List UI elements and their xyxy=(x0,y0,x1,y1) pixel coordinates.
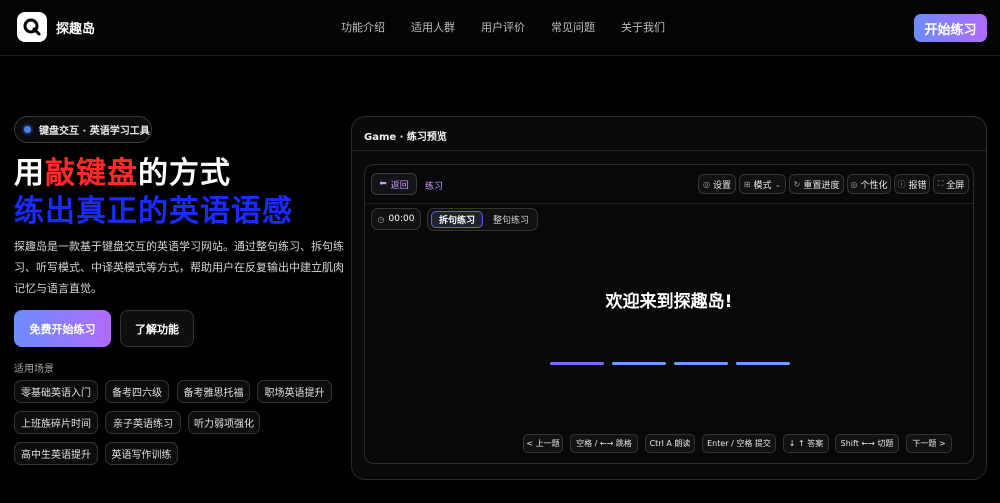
hero-badge-label: 键盘交互 · 英语学习工具 xyxy=(39,126,150,137)
start-practice-button[interactable]: 开始练习 xyxy=(914,14,987,42)
nav-item-about[interactable]: 关于我们 xyxy=(621,19,665,35)
divider xyxy=(352,150,986,151)
clock-icon: ◷ xyxy=(377,214,385,224)
divider xyxy=(365,203,973,204)
mode-dropdown[interactable]: ⊞ 模式 ⌄ xyxy=(739,174,786,194)
personalize-button[interactable]: ◎ 个性化 xyxy=(847,174,891,194)
hotkey-prev[interactable]: < 上一题 xyxy=(523,434,563,453)
practice-preview-card: Game · 练习预览 ⬅ 返回 练习 ◎ 设置 ⊞ 模式 ⌄ ↻ 重置进度 ◎ 个性化 … xyxy=(351,116,987,480)
preview-title: Game · 练习预览 xyxy=(364,132,447,143)
timer: ◷ 00:00 xyxy=(371,208,421,230)
top-navbar: 探趣岛 功能介绍 适用人群 用户评价 常见问题 关于我们 开始练习 xyxy=(0,0,1000,56)
mode-dropdown-label: 模式 xyxy=(753,180,772,191)
arrow-left-icon: ⬅ xyxy=(379,179,387,189)
grid-icon: ⊞ xyxy=(743,179,751,189)
scenario-chip[interactable]: 亲子英语练习 xyxy=(105,411,181,434)
scenario-chip[interactable]: 职场英语提升 xyxy=(257,380,332,403)
personalize-label: 个性化 xyxy=(860,180,888,191)
hero-badge: 键盘交互 · 英语学习工具 xyxy=(14,116,152,143)
scenario-chip[interactable]: 备考四六级 xyxy=(105,380,169,403)
hotkey-read[interactable]: Ctrl A 朗读 xyxy=(645,434,695,453)
practice-mode-tabs: 拆句练习 整句练习 xyxy=(427,208,538,231)
refresh-icon: ↻ xyxy=(793,179,801,189)
settings-label: 设置 xyxy=(712,180,731,191)
fullscreen-icon: ⛶ xyxy=(937,179,944,188)
back-button[interactable]: ⬅ 返回 xyxy=(371,173,417,195)
word-blank[interactable] xyxy=(550,362,604,365)
welcome-message: 欢迎来到探趣岛! xyxy=(605,292,733,312)
palette-icon: ◎ xyxy=(850,179,858,189)
hotkey-submit[interactable]: Enter / 空格 提交 xyxy=(702,434,776,453)
hotkey-switch[interactable]: Shift ←→ 切题 xyxy=(835,434,899,453)
word-blank[interactable] xyxy=(736,362,790,365)
settings-button[interactable]: ◎ 设置 xyxy=(698,174,736,194)
nav-item-features[interactable]: 功能介绍 xyxy=(341,19,385,35)
nav-item-audience[interactable]: 适用人群 xyxy=(411,19,455,35)
hotkey-skip[interactable]: 空格 / ←→ 跳格 xyxy=(570,434,638,453)
nav-item-reviews[interactable]: 用户评价 xyxy=(481,19,525,35)
tab-split-sentence[interactable]: 拆句练习 xyxy=(431,211,483,228)
nav-item-faq[interactable]: 常见问题 xyxy=(551,19,595,35)
report-error-button[interactable]: ⓘ 报错 xyxy=(894,174,930,194)
practice-stage: ⬅ 返回 练习 ◎ 设置 ⊞ 模式 ⌄ ↻ 重置进度 ◎ 个性化 ⓘ 报错 ⛶ 全屏 ◷ 00… xyxy=(364,164,974,464)
scenario-chip[interactable]: 上班族碎片时间 xyxy=(14,411,98,434)
gear-icon: ◎ xyxy=(703,179,710,189)
chevron-down-icon: ⌄ xyxy=(774,179,782,189)
fullscreen-label: 全屏 xyxy=(946,180,965,191)
info-icon: ⓘ xyxy=(897,179,906,189)
reset-progress-label: 重置进度 xyxy=(803,180,840,191)
hotkey-answer[interactable]: ↓ ↑ 答案 xyxy=(783,434,829,453)
scenario-chip[interactable]: 零基础英语入门 xyxy=(14,380,98,403)
dot-icon xyxy=(24,126,31,133)
word-blank[interactable] xyxy=(674,362,728,365)
hero-title-line2: 练出真正的英语语感 xyxy=(14,194,293,229)
tab-whole-sentence[interactable]: 整句练习 xyxy=(485,211,537,228)
hotkey-next[interactable]: 下一题 > xyxy=(906,434,952,453)
reset-progress-button[interactable]: ↻ 重置进度 xyxy=(789,174,844,194)
scenario-chip[interactable]: 听力弱项强化 xyxy=(188,411,260,434)
scenarios-label: 适用场景 xyxy=(14,364,54,375)
main-nav: 功能介绍 适用人群 用户评价 常见问题 关于我们 xyxy=(0,19,1000,35)
fullscreen-button[interactable]: ⛶ 全屏 xyxy=(933,174,969,194)
scenario-chip[interactable]: 高中生英语提升 xyxy=(14,442,98,465)
report-error-label: 报错 xyxy=(908,180,927,191)
hero-description: 探趣岛是一款基于键盘交互的英语学习网站。通过整句练习、拆句练习、听写模式、中译英… xyxy=(14,240,344,295)
free-start-button[interactable]: 免费开始练习 xyxy=(14,310,111,347)
scenario-chip[interactable]: 英语写作训练 xyxy=(105,442,178,465)
word-blank[interactable] xyxy=(612,362,666,365)
scenario-chip[interactable]: 备考雅思托福 xyxy=(177,380,250,403)
timer-value: 00:00 xyxy=(388,214,415,224)
mode-label: 练习 xyxy=(425,182,444,192)
back-button-label: 返回 xyxy=(390,180,409,191)
learn-features-button[interactable]: 了解功能 xyxy=(120,310,194,347)
